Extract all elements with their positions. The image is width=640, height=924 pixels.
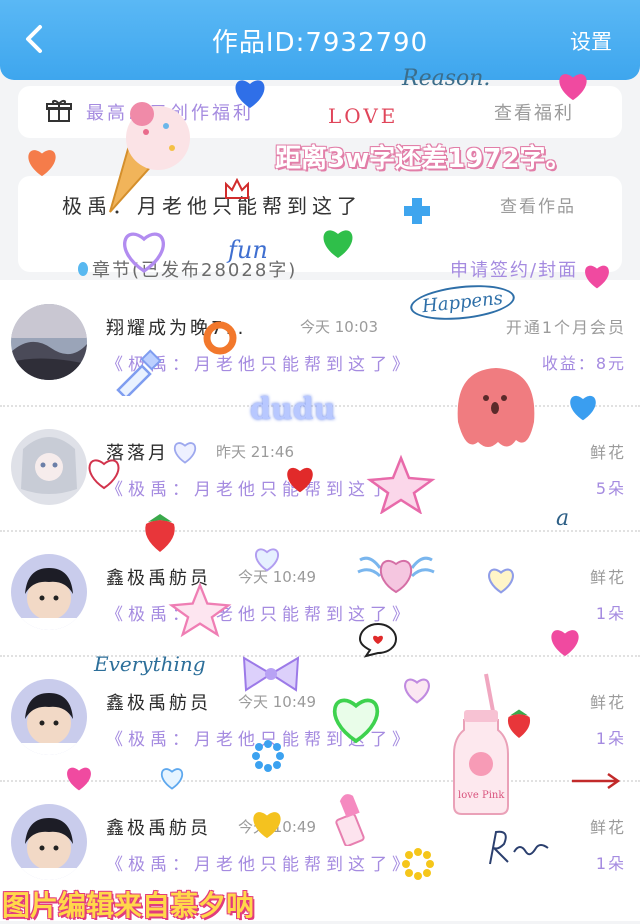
avatar[interactable] <box>11 304 87 380</box>
reason-sticker: Reason. <box>402 66 491 91</box>
reward-value: 1朵 <box>595 604 626 623</box>
timestamp: 今天 10:03 <box>300 318 378 336</box>
top-bar: 作品ID:7932790 设置 <box>0 0 640 80</box>
apply-sign-link[interactable]: 申请签约/封面 <box>450 256 578 282</box>
list-item[interactable]: 鑫极禹舫员 今天 10:49 《极禹：月老他只能帮到这了》 鲜花 1朵 <box>0 530 640 657</box>
book-reference: 《极禹：月老他只能帮到这了》 <box>106 355 414 375</box>
book-title: 极禹：月老他只能帮到这了 <box>62 194 362 218</box>
welfare-banner[interactable]: 最高…元创作福利 查看福利 <box>18 86 622 138</box>
progress-caption-sticker: 距离3w字还差1972字。 <box>275 144 572 174</box>
avatar[interactable] <box>11 429 87 505</box>
reward-label: 鲜花 <box>589 693 626 712</box>
reward-value: 收益：8元 <box>541 354 626 373</box>
book-card: 极禹：月老他只能帮到这了 查看作品 章节(已发布28028字) 申请签约/封面 <box>18 176 622 281</box>
letter-a-sticker: a <box>556 506 570 531</box>
reward-label: 鲜花 <box>589 568 626 587</box>
user-name: 鑫极禹舫员 <box>106 693 211 714</box>
reward-label: 开通1个月会员 <box>505 318 626 337</box>
orange-heart-icon <box>28 150 56 177</box>
page-title: 作品ID:7932790 <box>211 28 429 58</box>
view-welfare-link[interactable]: 查看福利 <box>494 99 574 125</box>
timestamp: 今天 10:49 <box>238 568 316 586</box>
gift-icon <box>46 100 72 122</box>
dudu-sticker: dudu <box>250 392 336 427</box>
book-reference: 《极禹：月老他只能帮到这了》 <box>106 480 414 500</box>
indicator-dot <box>78 262 88 276</box>
user-name: 鑫极禹舫员 <box>106 568 211 589</box>
reward-value: 5朵 <box>595 479 626 498</box>
footer-credit-sticker: 图片编辑来自慕夕呐 <box>2 889 255 922</box>
book-reference: 《极禹：月老他只能帮到这了》 <box>106 855 414 875</box>
user-name: 落落月 <box>106 443 169 464</box>
welfare-text: 最高…元创作福利 <box>86 103 254 124</box>
bottle-label: love Pink <box>458 790 505 801</box>
timestamp: 今天 10:49 <box>238 693 316 711</box>
timestamp: 昨天 21:46 <box>216 443 294 461</box>
list-item[interactable]: 翔耀成为晚7… 今天 10:03 《极禹：月老他只能帮到这了》 开通1个月会员 … <box>0 280 640 407</box>
avatar[interactable] <box>11 804 87 880</box>
reward-label: 鲜花 <box>589 818 626 837</box>
user-name: 鑫极禹舫员 <box>106 818 211 839</box>
reward-value: 1朵 <box>595 854 626 873</box>
settings-button[interactable]: 设置 <box>570 26 612 56</box>
timestamp: 今天 10:49 <box>238 818 316 836</box>
reward-label: 鲜花 <box>589 443 626 462</box>
user-name: 翔耀成为晚7… <box>106 318 247 339</box>
everything-sticker: Everything <box>94 652 206 676</box>
reward-value: 1朵 <box>595 729 626 748</box>
view-work-link[interactable]: 查看作品 <box>500 192 576 217</box>
supporter-list: 翔耀成为晚7… 今天 10:03 《极禹：月老他只能帮到这了》 开通1个月会员 … <box>0 280 640 921</box>
avatar[interactable] <box>11 554 87 630</box>
fun-sticker: fun <box>228 236 268 264</box>
love-sticker: LOVE <box>328 104 399 128</box>
book-reference: 《极禹：月老他只能帮到这了》 <box>106 605 414 625</box>
book-reference: 《极禹：月老他只能帮到这了》 <box>106 730 414 750</box>
avatar[interactable] <box>11 679 87 755</box>
